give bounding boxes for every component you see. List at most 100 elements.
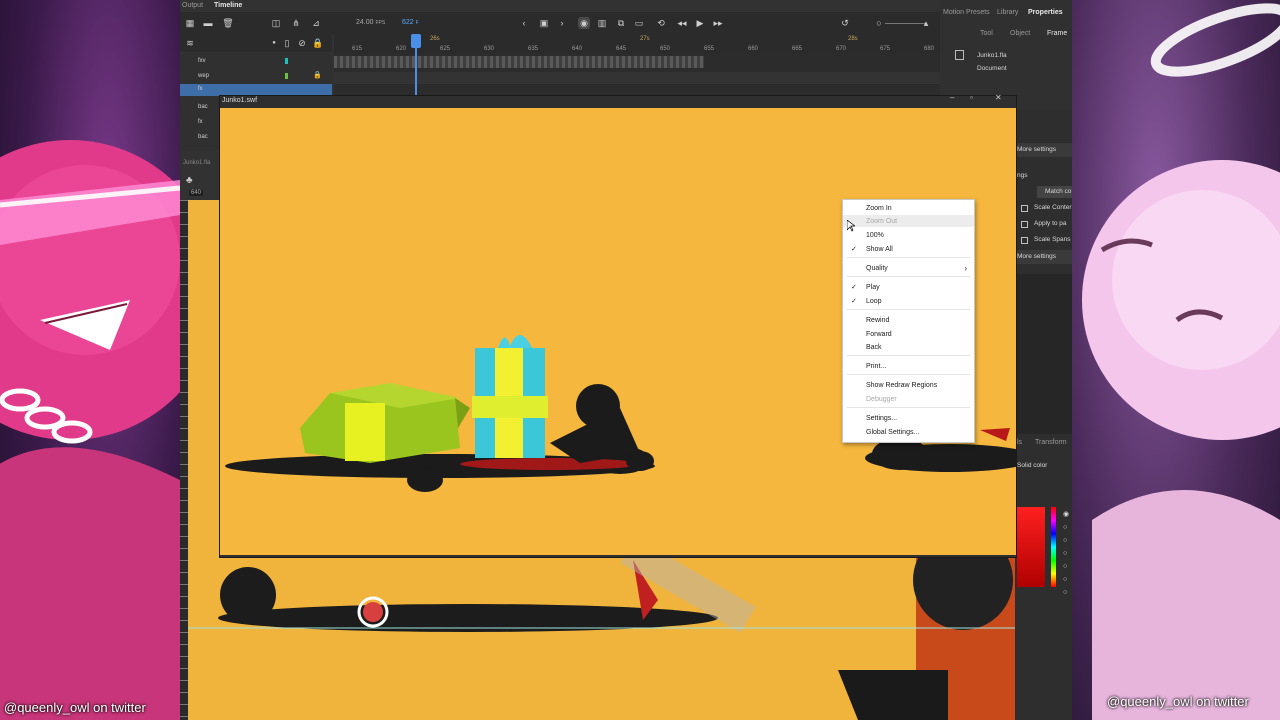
graph-icon[interactable]: ⊿ (310, 17, 322, 29)
camera-icon[interactable]: ◫ (270, 17, 282, 29)
play-icon[interactable]: ▶ (694, 17, 706, 29)
eye-hide-icon[interactable]: ⊘ (296, 37, 308, 49)
ruler-label: 635 (528, 46, 539, 52)
menu-item-forward[interactable]: Forward (843, 328, 974, 340)
step-forward-icon[interactable]: ▸▸ (712, 17, 724, 29)
layers-icon[interactable]: ≋ (184, 37, 196, 49)
menu-item-label: Rewind (866, 316, 890, 324)
match-contents-button[interactable]: Match co (1037, 186, 1072, 198)
tab-transform[interactable]: Transform (1035, 439, 1067, 446)
onion-outline-icon[interactable]: ▥ (596, 17, 608, 29)
section-label: ngs (1017, 172, 1028, 179)
frame-track[interactable] (334, 72, 940, 84)
step-back-icon[interactable]: ◂◂ (676, 17, 688, 29)
menu-item-zoom-out: Zoom Out (843, 215, 974, 227)
keyframe-track[interactable] (334, 56, 704, 68)
color-mode-radios[interactable]: ◉ ○ ○ ○ ○ ○ ○ (1063, 508, 1069, 599)
scale-content-checkbox[interactable] (1021, 205, 1028, 212)
lock-icon[interactable]: 🔒 (312, 37, 324, 49)
folder-icon[interactable]: ▬ (202, 17, 214, 29)
scale-spans-label: Scale Spans (1034, 236, 1071, 243)
tab-tool[interactable]: Tool (980, 30, 993, 37)
tab-frame[interactable]: Frame (1047, 30, 1067, 37)
frame-readout[interactable]: 622 F (402, 19, 419, 26)
hue-slider[interactable] (1051, 507, 1056, 587)
menu-item-show-redraw-regions[interactable]: Show Redraw Regions (843, 379, 974, 391)
layer-row[interactable]: wep (194, 68, 209, 83)
ruler-label: 645 (616, 46, 627, 52)
collapse-icon[interactable]: ▴ (920, 17, 932, 29)
timeline-zoom-slider[interactable] (885, 23, 925, 24)
layer-color-swatch (285, 58, 288, 64)
scale-spans-checkbox[interactable] (1021, 237, 1028, 244)
layer-name: fx (198, 86, 203, 92)
maximize-icon[interactable]: ▫ (970, 93, 973, 102)
menu-separator (847, 374, 970, 375)
frames-area[interactable] (334, 53, 940, 95)
tab-output[interactable]: Output (182, 2, 203, 9)
playhead-handle[interactable] (411, 34, 421, 48)
zoom-slider-handle-icon[interactable]: ○ (873, 17, 885, 29)
menu-item-100-percent[interactable]: 100% (843, 229, 974, 241)
menu-item-loop[interactable]: ✓ Loop (843, 295, 974, 307)
lock-icon[interactable]: 🔒 (313, 71, 322, 79)
menu-item-show-all[interactable]: ✓ Show All (843, 243, 974, 255)
layer-name: bac (198, 133, 208, 140)
fill-mode-select[interactable]: Solid color (1017, 462, 1047, 469)
menu-item-rewind[interactable]: Rewind (843, 314, 974, 326)
rotate-icon[interactable]: ↺ (839, 17, 851, 29)
chevron-left-icon[interactable]: ‹ (518, 17, 530, 29)
color-picker-field[interactable] (1017, 507, 1045, 587)
menu-item-quality[interactable]: Quality › (843, 262, 974, 274)
layer-row[interactable]: bac (194, 129, 208, 144)
trash-icon[interactable]: 🗑 (222, 17, 234, 29)
layer-row[interactable]: fx (194, 114, 203, 129)
highlight-dot-icon[interactable]: ● (268, 37, 280, 49)
tab-timeline[interactable]: Timeline (214, 2, 242, 9)
menu-separator (847, 407, 970, 408)
tab-motion-presets[interactable]: Motion Presets (943, 9, 990, 16)
tab-object[interactable]: Object (1010, 30, 1030, 37)
more-settings-label: More settings (1017, 146, 1057, 153)
frame-ruler[interactable]: 615 620 625 630 635 640 645 650 655 660 … (334, 34, 940, 54)
more-settings-button-1[interactable]: More settings (1015, 143, 1072, 157)
close-icon[interactable]: ✕ (995, 93, 1002, 102)
layer-row[interactable]: bac (194, 99, 208, 114)
more-settings-button-2[interactable]: More settings (1015, 250, 1072, 264)
apply-to-checkbox[interactable] (1021, 221, 1028, 228)
menu-item-zoom-in[interactable]: Zoom In (843, 202, 974, 214)
minimize-icon[interactable]: – (950, 93, 954, 102)
layer-row[interactable]: fxv (194, 53, 206, 68)
club-icon[interactable]: ♣ (186, 175, 193, 186)
menu-item-global-settings[interactable]: Global Settings... (843, 426, 974, 438)
menu-item-play[interactable]: ✓ Play (843, 281, 974, 293)
frame-unit: F (415, 20, 419, 26)
tab-properties[interactable]: Properties (1028, 9, 1063, 16)
checkmark-icon: ✓ (851, 284, 857, 291)
menu-item-print[interactable]: Print... (843, 360, 974, 372)
outline-icon[interactable]: ▯ (281, 37, 293, 49)
ruler-label: 625 (440, 46, 451, 52)
center-frame-icon[interactable]: ▣ (538, 17, 550, 29)
tab-library[interactable]: Library (997, 9, 1018, 16)
menu-item-settings[interactable]: Settings... (843, 412, 974, 424)
time-marker: 27s (640, 36, 650, 42)
loop-icon[interactable]: ⟲ (655, 17, 667, 29)
edit-multiple-icon[interactable]: ⧉ (615, 17, 627, 29)
library-tab-label[interactable]: Junko1.fla (183, 160, 210, 166)
credit-left: @queenly_owl on twitter (4, 700, 146, 715)
menu-separator (847, 276, 970, 277)
menu-item-back[interactable]: Back (843, 341, 974, 353)
new-layer-icon[interactable]: ▦ (184, 17, 196, 29)
tab-partial[interactable]: ls (1017, 439, 1022, 446)
fps-readout[interactable]: 24.00 FPS (356, 19, 385, 26)
document-filename: Junko1.fla (977, 52, 1007, 59)
ruler-label: 630 (484, 46, 495, 52)
apply-to-label: Apply to pa (1034, 220, 1067, 227)
layer-header: ≋ ● ▯ ⊘ 🔒 (180, 34, 332, 52)
frames-icon[interactable]: ▭ (633, 17, 645, 29)
parent-icon[interactable]: ⋔ (290, 17, 302, 29)
onion-skin-icon[interactable]: ◉ (578, 17, 590, 29)
scale-content-label: Scale Conter (1034, 204, 1072, 211)
chevron-right-icon[interactable]: › (556, 17, 568, 29)
